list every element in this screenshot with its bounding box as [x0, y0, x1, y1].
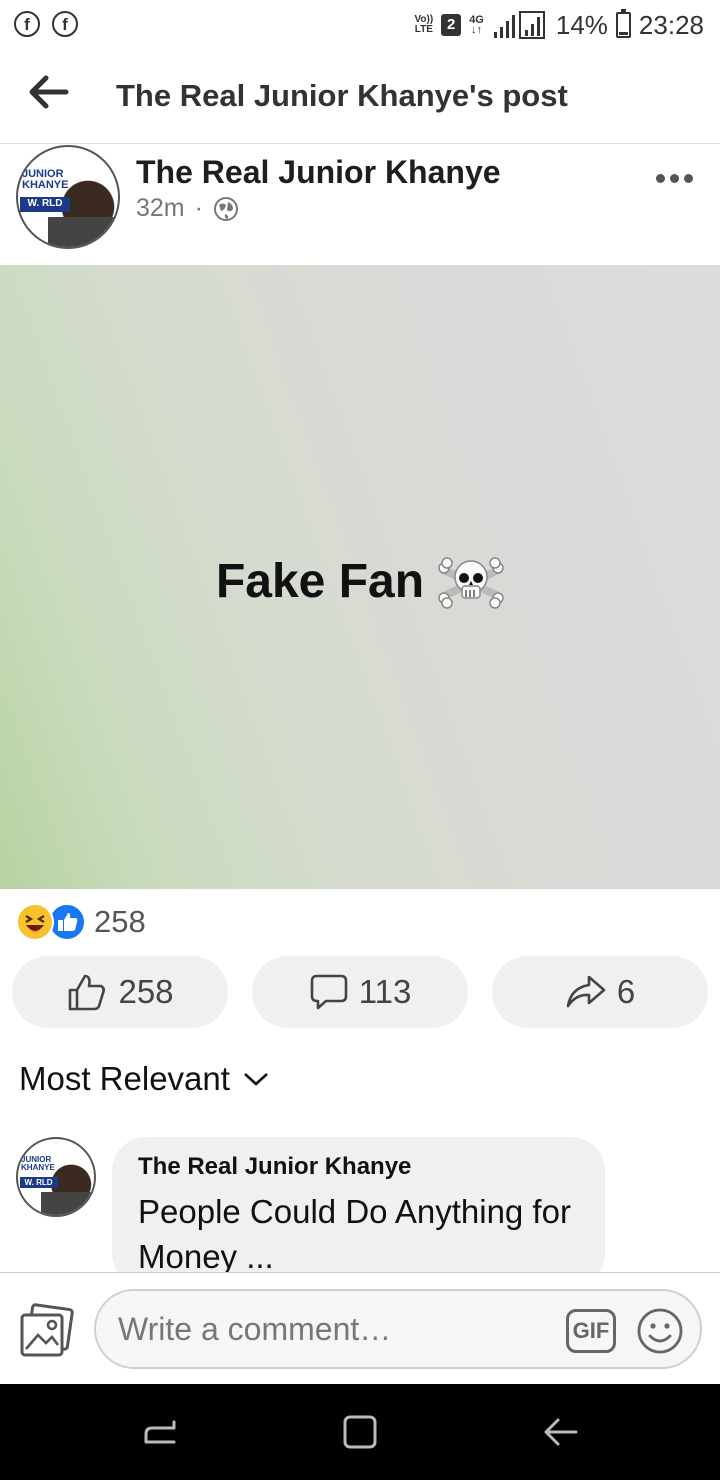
status-indicators: Vo)) LTE 2 4G ↓↑ 14% 23:28: [414, 6, 704, 44]
post-text-content: Fake Fan: [215, 554, 425, 608]
photo-icon[interactable]: [18, 1303, 74, 1359]
recent-apps-icon[interactable]: [136, 1408, 184, 1456]
avatar-logo-badge: W. RLD: [19, 1177, 58, 1189]
post-time[interactable]: 32m: [136, 194, 185, 223]
back-arrow-icon[interactable]: [24, 70, 72, 114]
share-arrow-icon: [566, 975, 606, 1008]
sort-label: Most Relevant: [19, 1060, 230, 1097]
home-icon[interactable]: [336, 1408, 384, 1456]
comment-composer: Write a comment… GIF: [0, 1272, 720, 1384]
battery-icon: [615, 9, 631, 38]
avatar-logo-text: JUNIOR KHANYE: [22, 168, 69, 191]
globe-icon: [213, 196, 238, 221]
network-type-indicator: 4G ↓↑: [469, 14, 484, 36]
skull-crossbones-emoji: [438, 557, 504, 609]
dot: [656, 173, 665, 183]
post-text-background[interactable]: Fake Fan: [0, 265, 720, 889]
comment-input[interactable]: Write a comment… GIF: [94, 1289, 702, 1369]
comment-author[interactable]: The Real Junior Khanye: [138, 1153, 579, 1181]
avatar-shirt: [48, 217, 118, 247]
comment-sort-dropdown[interactable]: Most Relevant: [19, 1060, 270, 1098]
comment-text: People Could Do Anything for Money ...: [138, 1193, 571, 1275]
comment-bubble[interactable]: The Real Junior Khanye People Could Do A…: [112, 1137, 605, 1287]
signal-strength-icon: [493, 11, 545, 39]
dot: [684, 173, 693, 183]
post-actions: 258 113 6: [12, 956, 708, 1028]
like-button[interactable]: 258: [12, 956, 228, 1028]
comment-bubble-icon: [310, 974, 347, 1010]
avatar-logo-badge: W. RLD: [20, 197, 70, 212]
status-bar: f f Vo)) LTE 2 4G ↓↑ 14% 23:28: [0, 0, 720, 50]
system-navigation-bar: [0, 1384, 720, 1480]
back-icon[interactable]: [536, 1408, 584, 1456]
thumbs-up-icon: [69, 974, 106, 1011]
gif-button[interactable]: GIF: [566, 1309, 616, 1353]
commenter-avatar[interactable]: JUNIOR KHANYE W. RLD: [16, 1137, 96, 1217]
author-avatar[interactable]: JUNIOR KHANYE W. RLD: [16, 145, 120, 249]
dot: [670, 173, 679, 183]
volte-indicator: Vo)) LTE: [414, 14, 434, 35]
comment-count: 113: [358, 973, 412, 1010]
avatar-shirt: [40, 1192, 94, 1215]
comment-button[interactable]: 113: [252, 956, 468, 1028]
emoji-icon[interactable]: [636, 1307, 684, 1355]
haha-reaction-icon: [16, 903, 54, 941]
facebook-notification-icon: f: [14, 11, 40, 37]
more-options-button[interactable]: [656, 171, 696, 185]
meta-separator: ·: [194, 194, 203, 222]
share-button[interactable]: 6: [492, 956, 708, 1028]
sim-indicator: 2: [441, 14, 462, 36]
clock: 23:28: [638, 9, 704, 40]
reaction-count: 258: [94, 904, 146, 939]
like-count: 258: [118, 973, 174, 1010]
app-header: The Real Junior Khanye's post: [0, 50, 720, 144]
share-count: 6: [616, 973, 636, 1010]
post-header: JUNIOR KHANYE W. RLD The Real Junior Khan…: [0, 145, 720, 265]
post-author-name[interactable]: The Real Junior Khanye: [136, 154, 501, 191]
chevron-down-icon: [244, 1073, 268, 1086]
comment-placeholder: Write a comment…: [118, 1311, 392, 1347]
post-meta: 32m ·: [136, 194, 239, 223]
page-title: The Real Junior Khanye's post: [116, 78, 568, 113]
facebook-notification-icon: f: [52, 11, 78, 37]
reactions-summary[interactable]: 258: [16, 902, 146, 942]
avatar-logo-text: JUNIOR KHANYE: [21, 1154, 55, 1172]
post-text: Fake Fan: [0, 550, 720, 612]
battery-percentage: 14%: [555, 9, 608, 40]
